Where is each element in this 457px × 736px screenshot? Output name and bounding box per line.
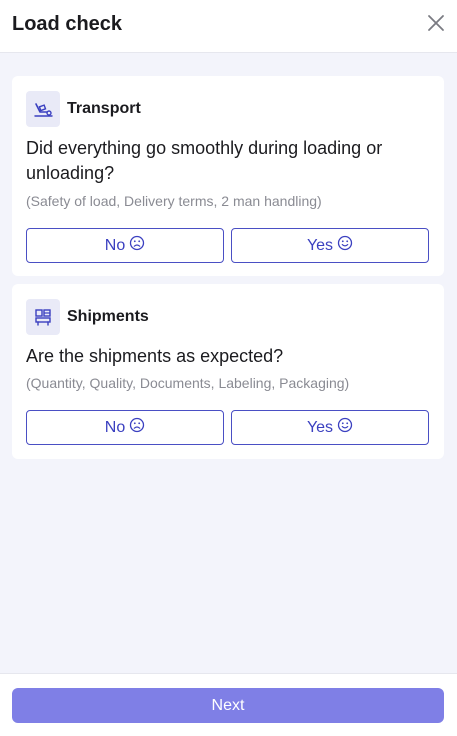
happy-face-icon [337, 417, 353, 438]
boxes-icon [26, 299, 60, 335]
header: Load check [0, 0, 457, 53]
sad-face-icon [129, 417, 145, 438]
transport-question: Did everything go smoothly during loadin… [26, 138, 383, 183]
yes-label: Yes [306, 418, 334, 436]
content-area: Transport Did everything go smoothly dur… [0, 53, 457, 673]
shipments-hint: (Quantity, Quality, Documents, Labeling,… [26, 375, 350, 391]
next-button[interactable]: Next [12, 688, 444, 723]
yes-label: Yes [306, 236, 334, 254]
shipments-no-button[interactable]: No [26, 410, 224, 445]
transport-answers: No Yes [26, 228, 429, 263]
shipments-title: Shipments [67, 308, 149, 325]
sad-face-icon [129, 235, 145, 256]
happy-face-icon [337, 235, 353, 256]
shipments-card: Shipments Are the shipments as expected?… [12, 284, 444, 459]
transport-title: Transport [67, 100, 141, 117]
transport-hint: (Safety of load, Delivery terms, 2 man h… [26, 193, 322, 209]
transport-card: Transport Did everything go smoothly dur… [12, 76, 444, 276]
no-label: No [104, 418, 126, 436]
shipments-header: Shipments [26, 299, 149, 335]
no-label: No [104, 236, 126, 254]
transport-header: Transport [26, 91, 141, 127]
transport-no-button[interactable]: No [26, 228, 224, 263]
shipments-question: Are the shipments as expected? [26, 346, 284, 366]
shipments-answers: No Yes [26, 410, 429, 445]
page-title: Load check [12, 13, 123, 35]
footer: Next [0, 673, 457, 736]
close-icon[interactable] [425, 12, 447, 34]
truck-loading-icon [26, 91, 60, 127]
transport-yes-button[interactable]: Yes [231, 228, 429, 263]
shipments-yes-button[interactable]: Yes [231, 410, 429, 445]
